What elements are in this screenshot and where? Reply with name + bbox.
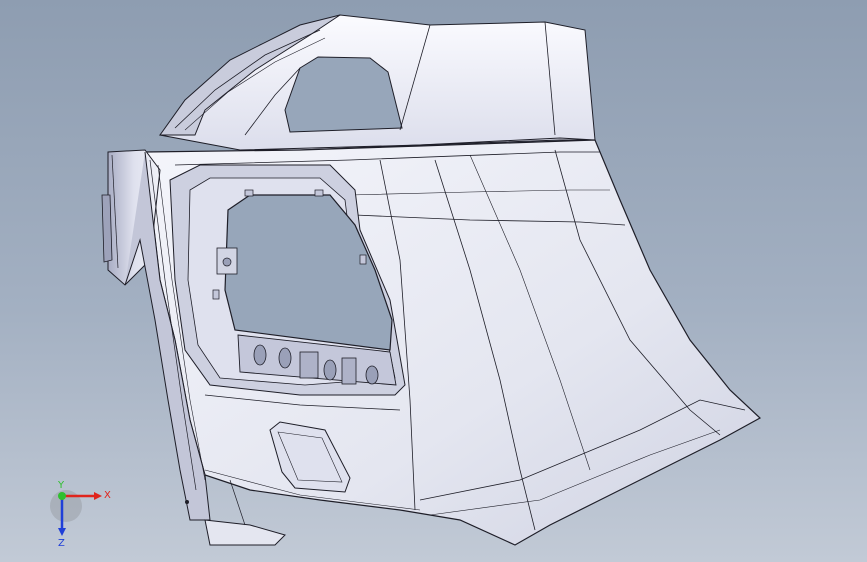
z-axis-label: Z [58, 538, 65, 548]
y-axis-dot-icon [58, 492, 66, 500]
bumper-part-model[interactable] [0, 0, 867, 562]
graphics-viewport[interactable]: X Y Z [0, 0, 867, 562]
x-axis-arrow-icon [94, 492, 102, 500]
coordinate-triad: X Y Z [50, 480, 111, 548]
x-axis-label: X [104, 490, 111, 501]
y-axis-label: Y [57, 480, 65, 491]
z-axis-arrow-icon [58, 528, 66, 536]
upper-surface [159, 14, 596, 151]
